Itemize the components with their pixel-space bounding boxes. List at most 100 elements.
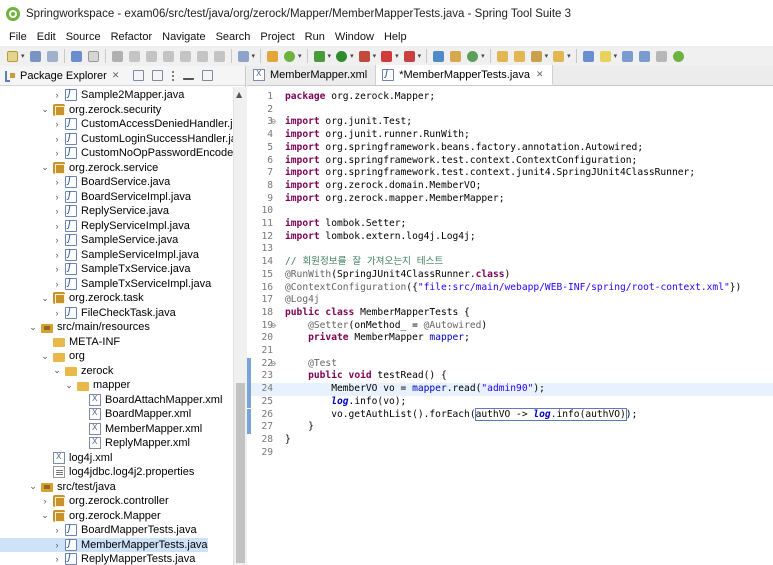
tree-item[interactable]: › CustomAccessDeniedHandler.java: [0, 117, 233, 132]
tree-item[interactable]: log4j.xml: [0, 451, 112, 466]
code-line[interactable]: 2: [247, 104, 773, 117]
code-line[interactable]: 19 ⊖ @Setter(onMethod_ = @Autowired): [247, 320, 773, 333]
tree-item[interactable]: › ReplyMapperTests.java: [0, 552, 195, 565]
tree-item[interactable]: ⌄ org.zerock.security: [0, 103, 161, 118]
code-line[interactable]: 21: [247, 345, 773, 358]
tree-item[interactable]: › ReplyService.java: [0, 204, 169, 219]
external-tools-icon[interactable]: [403, 50, 415, 62]
perspective-dropdown-icon[interactable]: ▾: [252, 52, 256, 60]
suspend-icon[interactable]: [128, 50, 140, 62]
tree-item[interactable]: › FileCheckTask.java: [0, 306, 176, 321]
expand-icon[interactable]: ›: [52, 554, 62, 564]
open-resource-dropdown-icon[interactable]: ▾: [567, 52, 571, 60]
tree-item[interactable]: ⌄ org.zerock.task: [0, 291, 144, 306]
skip-breakpoints-icon[interactable]: [87, 50, 99, 62]
tree-item[interactable]: › BoardMapperTests.java: [0, 523, 197, 538]
code-line[interactable]: 15 @RunWith(SpringJUnit4ClassRunner.class…: [247, 269, 773, 282]
terminate-icon[interactable]: [145, 50, 157, 62]
spring-boot-dashboard-icon[interactable]: [267, 50, 279, 62]
menu-file[interactable]: File: [4, 31, 32, 43]
code-line[interactable]: 23 public void testRead() {: [247, 370, 773, 384]
tree-item[interactable]: › SampleService.java: [0, 233, 178, 248]
resume-icon[interactable]: [111, 50, 123, 62]
coverage-dropdown-icon[interactable]: ▾: [373, 52, 377, 60]
expand-icon[interactable]: ›: [52, 177, 62, 187]
menu-source[interactable]: Source: [61, 31, 106, 43]
code-line[interactable]: 3 ⊖ import org.junit.Test;: [247, 116, 773, 129]
tree-item[interactable]: ⌄ org.zerock.service: [0, 161, 158, 176]
expand-icon[interactable]: ›: [52, 148, 62, 158]
expand-icon[interactable]: ›: [52, 192, 62, 202]
close-icon[interactable]: ✕: [112, 71, 120, 81]
fold-icon[interactable]: ⊖: [271, 358, 279, 371]
tree-item[interactable]: › CustomLoginSuccessHandler.java: [0, 132, 233, 147]
server-dropdown-icon[interactable]: ▾: [395, 52, 399, 60]
expand-icon[interactable]: ›: [52, 264, 62, 274]
collapse-icon[interactable]: ⌄: [40, 351, 50, 362]
expand-icon[interactable]: ›: [52, 134, 62, 144]
expand-icon[interactable]: ›: [52, 525, 62, 535]
code-editor[interactable]: 1 package org.zerock.Mapper; 2 3 ⊖ import org…: [247, 87, 773, 565]
new-icon[interactable]: [7, 50, 18, 62]
code-line[interactable]: 29: [247, 447, 773, 460]
tree-item[interactable]: › ReplyServiceImpl.java: [0, 219, 190, 234]
code-line[interactable]: 6 import org.springframework.test.context…: [247, 155, 773, 168]
code-line[interactable]: 4 import org.junit.runner.RunWith;: [247, 129, 773, 142]
expand-icon[interactable]: ›: [52, 221, 62, 231]
tree-item[interactable]: ⌄ zerock: [0, 364, 113, 379]
collapse-icon[interactable]: ⌄: [28, 481, 38, 492]
code-line[interactable]: 10: [247, 205, 773, 218]
close-icon[interactable]: ✕: [536, 69, 544, 80]
expand-icon[interactable]: ›: [52, 279, 62, 289]
open-resource-icon[interactable]: [553, 50, 565, 62]
mark-occurrences-dropdown-icon[interactable]: ▾: [614, 52, 618, 60]
tree-item[interactable]: › BoardService.java: [0, 175, 170, 190]
tree-item[interactable]: ⌄ org.zerock.Mapper: [0, 509, 161, 524]
coverage-icon[interactable]: [358, 50, 370, 62]
block-selection-icon[interactable]: [622, 50, 634, 62]
menu-project[interactable]: Project: [255, 31, 299, 43]
run-dropdown-icon[interactable]: ▾: [350, 52, 354, 60]
code-line[interactable]: 20 private MemberMapper mapper;: [247, 332, 773, 345]
tab-member-mapper-tests[interactable]: *MemberMapperTests.java ✕: [376, 65, 553, 85]
tree-item[interactable]: › SampleServiceImpl.java: [0, 248, 199, 263]
debug-icon[interactable]: [313, 50, 325, 62]
tree-item[interactable]: › SampleTxServiceImpl.java: [0, 277, 211, 292]
code-line[interactable]: 28}: [247, 434, 773, 447]
open-perspective-icon[interactable]: [237, 50, 249, 62]
code-line[interactable]: 9 import org.zerock.mapper.MemberMapper;: [247, 193, 773, 206]
run-icon[interactable]: [336, 50, 348, 62]
expand-icon[interactable]: ›: [52, 235, 62, 245]
code-line[interactable]: 8 import org.zerock.domain.MemberVO;: [247, 180, 773, 193]
expand-icon[interactable]: ›: [52, 540, 62, 550]
tree-item[interactable]: › MemberMapperTests.java: [0, 537, 208, 552]
collapse-icon[interactable]: ⌄: [52, 365, 62, 376]
view-menu-icon[interactable]: [171, 70, 176, 81]
expand-icon[interactable]: ›: [52, 206, 62, 216]
code-line[interactable]: 25 log.info(vo);: [247, 395, 773, 409]
fold-icon[interactable]: ⊖: [271, 116, 279, 129]
open-type-icon[interactable]: [496, 50, 508, 62]
new-class-icon[interactable]: [467, 50, 479, 62]
menu-navigate[interactable]: Navigate: [157, 31, 210, 43]
external-tools-dropdown-icon[interactable]: ▾: [418, 52, 422, 60]
tree-item[interactable]: › Sample2Mapper.java: [0, 88, 184, 103]
spring-perspective-icon[interactable]: [673, 50, 685, 62]
expand-icon[interactable]: ›: [52, 250, 62, 260]
link-with-editor-icon[interactable]: [152, 70, 164, 81]
tree-item[interactable]: BoardAttachMapper.xml: [0, 393, 222, 408]
menu-edit[interactable]: Edit: [32, 31, 61, 43]
scroll-up-icon[interactable]: ▲: [236, 90, 242, 99]
minimize-icon[interactable]: [183, 72, 195, 80]
mark-occurrences-icon[interactable]: [599, 50, 611, 62]
collapse-icon[interactable]: ⌄: [28, 322, 38, 333]
tree-item[interactable]: BoardMapper.xml: [0, 407, 191, 422]
tree-item[interactable]: log4jdbc.log4j2.properties: [0, 465, 194, 480]
menu-help[interactable]: Help: [379, 31, 412, 43]
save-icon[interactable]: [29, 50, 41, 62]
code-line[interactable]: 14 // 회원정보를 잘 가져오는지 테스트: [247, 256, 773, 269]
fold-icon[interactable]: ⊖: [271, 320, 279, 333]
menu-refactor[interactable]: Refactor: [106, 31, 158, 43]
spring-icon[interactable]: [284, 50, 296, 62]
code-line[interactable]: 11 import lombok.Setter;: [247, 218, 773, 231]
